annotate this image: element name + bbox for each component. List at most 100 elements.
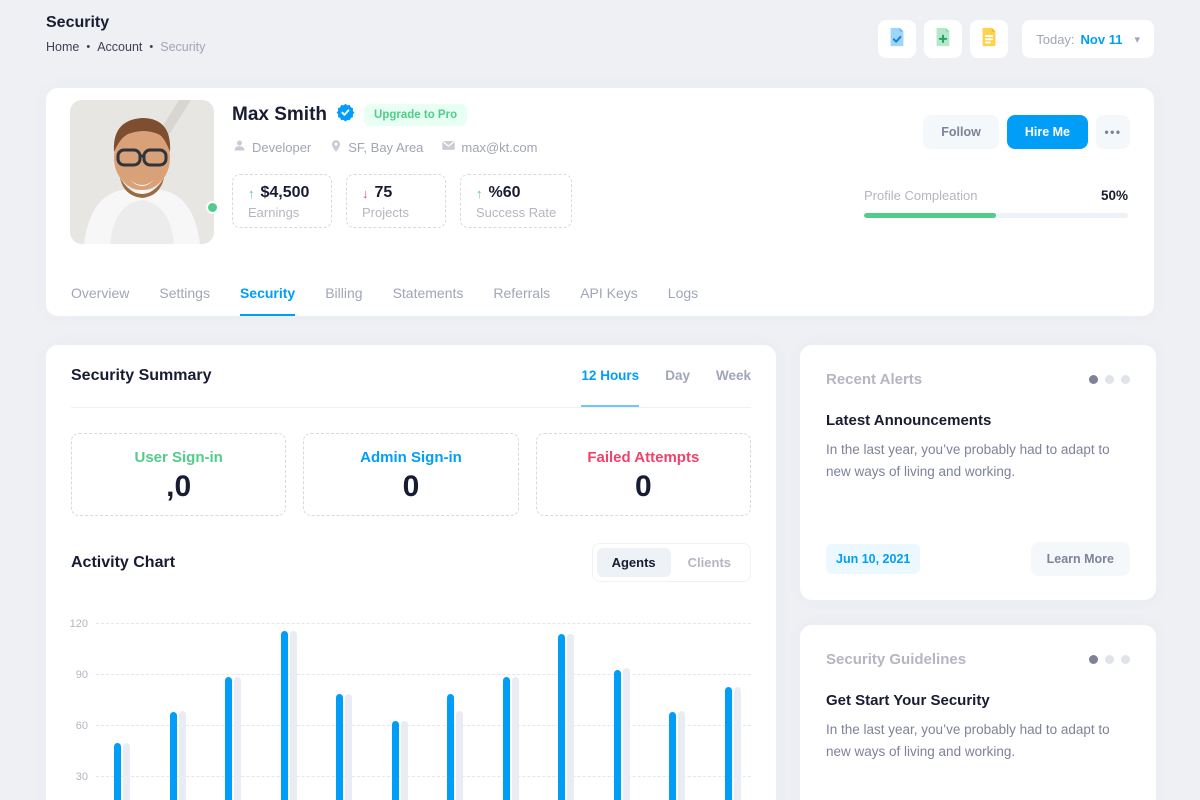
guidelines-body: In the last year, you’ve probably had to…	[826, 719, 1116, 762]
bar-shadow	[512, 677, 519, 800]
profile-role: Developer	[232, 138, 311, 156]
breadcrumb-home[interactable]: Home	[46, 40, 79, 54]
security-summary-header: Security Summary 12 Hours Day Week	[71, 345, 751, 408]
file-plus-button[interactable]	[924, 20, 962, 58]
counter-admin-signin: Admin Sign-in 0	[303, 433, 518, 516]
bar-shadow	[123, 743, 130, 800]
range-tab-12-hours[interactable]: 12 Hours	[581, 345, 639, 407]
tab-referrals[interactable]: Referrals	[493, 275, 550, 316]
section-title: Security Summary	[71, 367, 212, 385]
toggle-clients[interactable]: Clients	[673, 548, 746, 577]
profile-name: Max Smith	[232, 104, 327, 126]
stat-label: Success Rate	[476, 205, 556, 220]
profile-tabs: Overview Settings Security Billing State…	[71, 275, 698, 316]
range-tab-week[interactable]: Week	[716, 345, 751, 407]
stat-value: %60	[489, 184, 521, 202]
range-tab-day[interactable]: Day	[665, 345, 690, 407]
carousel-dot[interactable]	[1089, 655, 1098, 664]
chart-bar	[225, 677, 232, 800]
date-picker[interactable]: Today: Nov 11 ▾	[1022, 20, 1154, 58]
guidelines-heading: Get Start Your Security	[826, 692, 1130, 709]
breadcrumb-separator: •	[86, 41, 90, 53]
profile-card: Max Smith Upgrade to Pro Developer SF, B…	[46, 88, 1154, 316]
stat-success-rate: ↑ %60 Success Rate	[460, 174, 572, 228]
stat-earnings: ↑$4,500 Earnings	[232, 174, 332, 228]
y-axis-tick: 120	[54, 618, 88, 630]
file-plus-icon	[932, 26, 954, 53]
chart-bar	[725, 687, 732, 800]
topbar: Security Home• Account• Security Today: …	[46, 14, 1154, 58]
activity-chart-title: Activity Chart	[71, 554, 175, 572]
y-axis-tick: 30	[54, 771, 88, 783]
tab-billing[interactable]: Billing	[325, 275, 362, 316]
carousel-dot[interactable]	[1121, 375, 1130, 384]
security-counters: User Sign-in ,0 Admin Sign-in 0 Failed A…	[71, 433, 751, 516]
chart-bar	[114, 743, 121, 800]
security-guidelines-title: Security Guidelines	[826, 651, 966, 668]
tab-security[interactable]: Security	[240, 275, 295, 316]
alerts-heading: Latest Announcements	[826, 412, 1130, 429]
file-lines-button[interactable]	[970, 20, 1008, 58]
progress-label: Profile Compleation	[864, 188, 977, 203]
recent-alerts-title: Recent Alerts	[826, 371, 922, 388]
user-icon	[232, 138, 247, 156]
stat-value: 75	[375, 184, 393, 202]
tab-logs[interactable]: Logs	[668, 275, 698, 316]
verified-check-badge-icon	[336, 103, 355, 127]
bar-shadow	[623, 668, 630, 800]
tab-overview[interactable]: Overview	[71, 275, 129, 316]
chart-bar	[392, 721, 399, 800]
carousel-dot[interactable]	[1105, 655, 1114, 664]
tab-statements[interactable]: Statements	[393, 275, 464, 316]
date-picker-label: Today:	[1036, 32, 1074, 47]
trend-down-icon: ↓	[362, 186, 369, 201]
profile-email: max@kt.com	[441, 138, 537, 156]
chart-bar	[503, 677, 510, 800]
follow-button[interactable]: Follow	[923, 115, 999, 149]
gridline	[96, 725, 751, 726]
counter-failed-attempts: Failed Attempts 0	[536, 433, 751, 516]
toggle-agents[interactable]: Agents	[597, 548, 671, 577]
carousel-dots	[1089, 655, 1130, 664]
y-axis-tick: 60	[54, 720, 88, 732]
trend-up-icon: ↑	[476, 186, 483, 201]
more-options-button[interactable]: •••	[1096, 115, 1130, 149]
tab-settings[interactable]: Settings	[159, 275, 210, 316]
bar-shadow	[456, 711, 463, 800]
bar-shadow	[290, 631, 297, 800]
bar-shadow	[234, 677, 241, 800]
counter-value: ,0	[72, 472, 285, 502]
chart-bar	[170, 712, 177, 800]
progress-value: 50%	[1101, 188, 1128, 203]
gridline	[96, 623, 751, 624]
security-summary-card: Security Summary 12 Hours Day Week User …	[46, 345, 776, 800]
topbar-left: Security Home• Account• Security	[46, 14, 205, 54]
counter-value: 0	[537, 472, 750, 502]
carousel-dot[interactable]	[1105, 375, 1114, 384]
activity-bar-chart: 306090120	[46, 607, 776, 800]
breadcrumb-separator: •	[149, 41, 153, 53]
bar-shadow	[734, 687, 741, 800]
carousel-dot[interactable]	[1089, 375, 1098, 384]
breadcrumb-account[interactable]: Account	[97, 40, 142, 54]
chart-bar	[281, 631, 288, 800]
recent-alerts-card: Recent Alerts Latest Announcements In th…	[800, 345, 1156, 600]
file-check-button[interactable]	[878, 20, 916, 58]
chart-bar	[336, 694, 343, 800]
file-lines-icon	[978, 26, 1000, 53]
upgrade-to-pro-badge[interactable]: Upgrade to Pro	[364, 104, 467, 126]
learn-more-button[interactable]: Learn More	[1031, 542, 1130, 576]
carousel-dot[interactable]	[1121, 655, 1130, 664]
counter-label: Failed Attempts	[537, 449, 750, 466]
profile-completion: Profile Compleation 50%	[864, 188, 1128, 218]
counter-label: Admin Sign-in	[304, 449, 517, 466]
page-title: Security	[46, 14, 205, 32]
file-check-icon	[886, 26, 908, 53]
progress-track	[864, 213, 1128, 218]
hire-me-button[interactable]: Hire Me	[1007, 115, 1088, 149]
date-picker-value: Nov 11	[1081, 32, 1123, 47]
stat-value: $4,500	[261, 184, 310, 202]
carousel-dots	[1089, 375, 1130, 384]
tab-api-keys[interactable]: API Keys	[580, 275, 638, 316]
chart-bar	[669, 712, 676, 800]
